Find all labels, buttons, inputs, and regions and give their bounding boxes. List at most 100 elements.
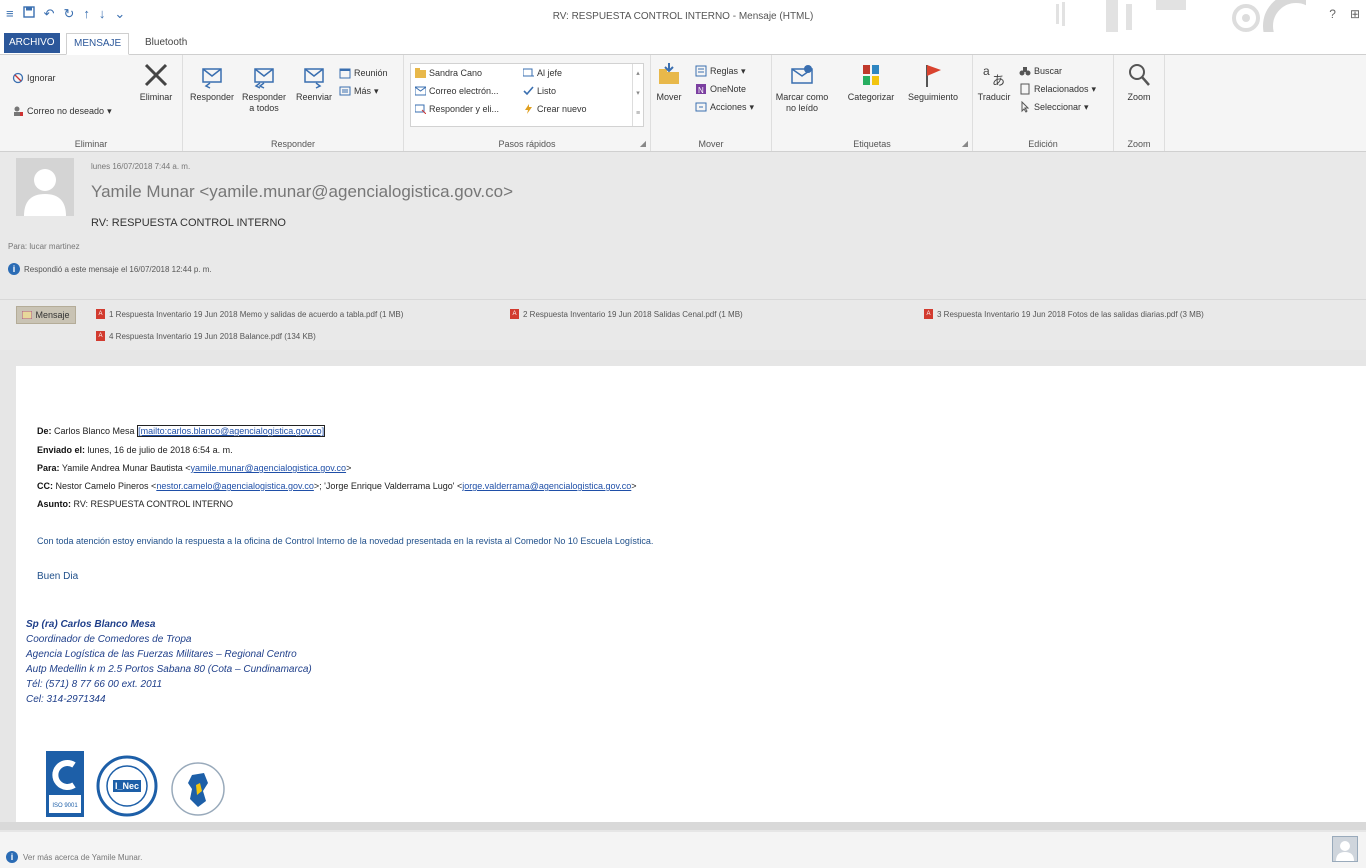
signature-tel: Tél: (571) 8 77 66 00 ext. 2011 (26, 679, 163, 690)
group-zoom: Zoom Zoom (1114, 55, 1165, 151)
group-edicion: aあ Traducir Buscar Relacionados ▾ Selecci… (973, 55, 1114, 151)
help-icon[interactable]: ? (1329, 7, 1336, 21)
horizontal-scrollbar[interactable] (0, 822, 1366, 830)
tab-file[interactable]: ARCHIVO (4, 33, 60, 53)
ignore-icon (12, 72, 24, 84)
forward-header-subject: Asunto: RV: RESPUESTA CONTROL INTERNO (37, 499, 234, 509)
person-silhouette-icon (1336, 841, 1354, 861)
related-icon (1020, 83, 1030, 95)
cc-email-link-1[interactable]: nestor.camelo@agencialogistica.gov.co (156, 481, 314, 491)
pdf-icon: A (96, 309, 105, 319)
ignore-button[interactable]: Ignorar (12, 72, 56, 84)
categorize-button[interactable]: Categorizar (842, 61, 900, 103)
more-icon (339, 86, 351, 96)
junk-button[interactable]: Correo no deseado ▾ (12, 105, 112, 117)
meeting-icon (339, 68, 351, 79)
person-silhouette-icon (24, 169, 66, 216)
select-button[interactable]: Seleccionar ▾ (1019, 101, 1089, 113)
message-attachment-button[interactable]: Mensaje (16, 306, 76, 324)
svg-text:ISO 9001: ISO 9001 (52, 803, 78, 809)
more-respond-button[interactable]: Más ▾ (339, 85, 379, 97)
message-header: lunes 16/07/2018 7:44 a. m. Yamile Munar… (0, 152, 1366, 302)
pdf-icon: A (96, 331, 105, 341)
replied-infobar[interactable]: i Respondió a este mensaje el 16/07/2018… (8, 263, 212, 275)
group-label-zoom: Zoom (1127, 139, 1151, 149)
delete-button[interactable]: Eliminar (136, 61, 176, 103)
tab-message[interactable]: MENSAJE (66, 33, 130, 55)
people-pane-bar: i Ver más acerca de Yamile Munar. (0, 832, 1366, 868)
colombia-map-seal-logo (171, 762, 225, 816)
group-label-quick-steps: Pasos rápidos (498, 139, 556, 149)
quick-steps-scroll[interactable]: ▴ ▾ ≡ (632, 64, 643, 126)
forward-button[interactable]: Reenviar (291, 61, 337, 103)
cc-email-link-2[interactable]: jorge.valderrama@agencialogistica.gov.co (462, 481, 631, 491)
binoculars-icon (1019, 67, 1031, 76)
quick-step-jefe[interactable]: Al jefe (523, 68, 562, 78)
rules-button[interactable]: Reglas ▾ (695, 65, 746, 77)
quick-step-reply-delete[interactable]: Responder y eli... (415, 104, 499, 114)
move-button[interactable]: Mover (655, 61, 683, 103)
etiquetas-launcher-icon[interactable]: ◢ (962, 139, 968, 148)
group-quick-steps: Sandra Cano Al jefe Correo electrón... L… (404, 55, 651, 151)
title-bar: ≡ ↶ ↻ ↑ ↓ ⌄ RV: RESPUESTA CONTROL INTERN… (0, 0, 1366, 32)
magnifier-icon (1129, 64, 1150, 86)
signature-name: Sp (ra) Carlos Blanco Mesa (26, 619, 156, 630)
quick-step-sandra[interactable]: Sandra Cano (415, 68, 482, 78)
cursor-icon (1021, 101, 1030, 113)
info-icon: i (8, 263, 20, 275)
forward-header-to: Para: Yamile Andrea Munar Bautista <yami… (37, 463, 352, 473)
info-icon: i (6, 851, 18, 863)
actions-icon (695, 102, 707, 112)
attachment-item[interactable]: A 3 Respuesta Inventario 19 Jun 2018 Fot… (924, 309, 1204, 319)
flag-icon (926, 65, 941, 87)
onenote-icon: N (696, 84, 706, 95)
svg-text:a: a (983, 64, 990, 78)
translate-button[interactable]: aあ Traducir (975, 61, 1013, 103)
group-mover: Mover Reglas ▾ N OneNote Acciones ▾ Mover (651, 55, 772, 151)
related-button[interactable]: Relacionados ▾ (1019, 83, 1096, 95)
pdf-icon: A (924, 309, 933, 319)
group-responder: Responder Responder a todos Reenviar Reu… (183, 55, 404, 151)
signature-logos: ISO 9001 I_Nec (46, 751, 226, 817)
people-pane-avatar[interactable] (1332, 836, 1358, 862)
quick-step-create-new[interactable]: Crear nuevo (523, 104, 587, 114)
reply-icon (202, 68, 222, 89)
svg-text:I_Nec: I_Nec (115, 781, 139, 791)
ribbon-display-icon[interactable]: ⊞ (1350, 7, 1360, 21)
meeting-button[interactable]: Reunión (339, 67, 388, 79)
message-subject: RV: RESPUESTA CONTROL INTERNO (91, 217, 286, 229)
reply-all-icon (254, 68, 274, 89)
quick-step-email[interactable]: Correo electrón... (415, 86, 499, 96)
actions-button[interactable]: Acciones ▾ (695, 101, 754, 113)
quick-steps-launcher-icon[interactable]: ◢ (640, 139, 646, 148)
followup-button[interactable]: Seguimiento (904, 61, 962, 103)
onenote-button[interactable]: N OneNote (695, 83, 746, 95)
ribbon: Ignorar Correo no deseado ▾ Eliminar Elim… (0, 55, 1366, 152)
find-button[interactable]: Buscar (1019, 65, 1062, 77)
attachment-item[interactable]: A 2 Respuesta Inventario 19 Jun 2018 Sal… (510, 309, 743, 319)
group-etiquetas: Marcar como no leído Categorizar Seguimi… (772, 55, 973, 151)
more-about-sender-link[interactable]: i Ver más acerca de Yamile Munar. (6, 851, 142, 863)
signature-cel: Cel: 314-2971344 (26, 694, 106, 705)
zoom-button[interactable]: Zoom (1120, 61, 1158, 103)
reply-delete-icon (415, 104, 426, 114)
tab-bluetooth[interactable]: Bluetooth (138, 33, 194, 53)
group-label-edicion: Edición (1028, 139, 1058, 149)
mark-unread-button[interactable]: Marcar como no leído (774, 61, 830, 114)
message-body: De: Carlos Blanco Mesa [mailto:carlos.bl… (16, 366, 1366, 822)
from-mailto-link[interactable]: [mailto:carlos.blanco@agencialogistica.g… (137, 425, 326, 437)
icontec-seal-logo: I_Nec (96, 755, 158, 817)
to-email-link[interactable]: yamile.munar@agencialogistica.gov.co (191, 463, 347, 473)
attachment-item[interactable]: A 4 Respuesta Inventario 19 Jun 2018 Bal… (96, 331, 316, 341)
lightning-icon (525, 104, 532, 114)
signature-address: Autp Medellin k m 2.5 Portos Sabana 80 (… (26, 664, 312, 675)
attachment-item[interactable]: A 1 Respuesta Inventario 19 Jun 2018 Mem… (96, 309, 403, 319)
reply-button[interactable]: Responder (187, 61, 237, 103)
group-label-etiquetas: Etiquetas (853, 139, 891, 149)
check-icon (523, 86, 534, 96)
reply-all-button[interactable]: Responder a todos (239, 61, 289, 114)
sender-avatar[interactable] (16, 158, 74, 216)
sender-name[interactable]: Yamile Munar <yamile.munar@agencialogist… (91, 182, 513, 202)
envelope-icon (22, 311, 33, 319)
quick-step-done[interactable]: Listo (523, 86, 556, 96)
